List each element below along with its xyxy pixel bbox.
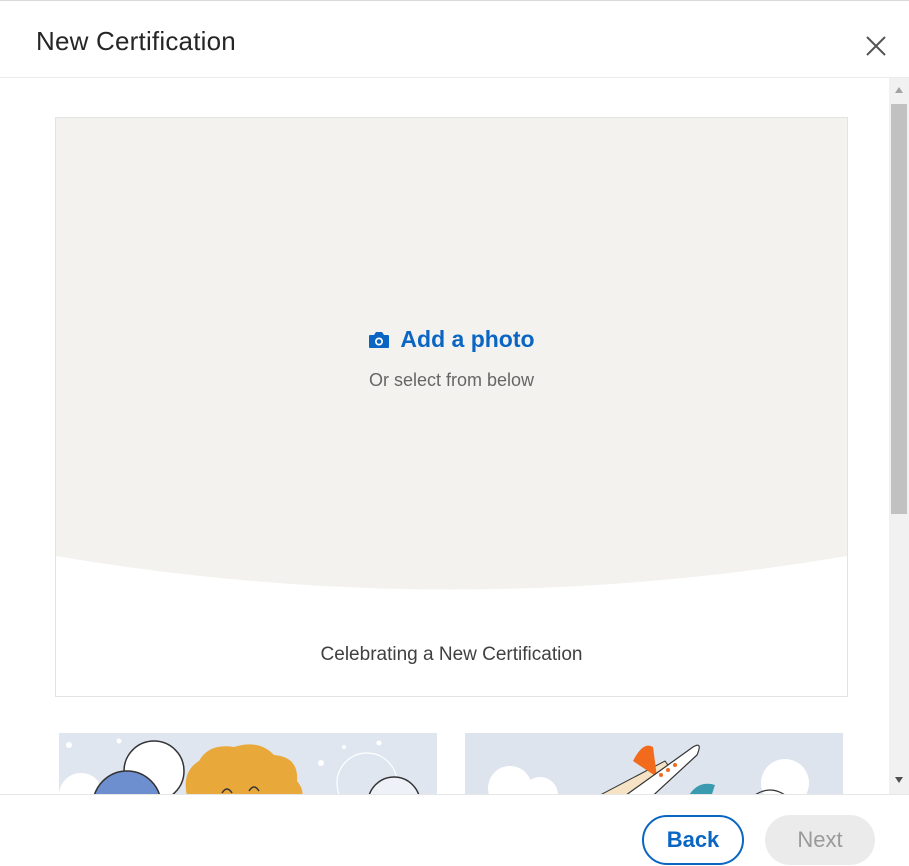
modal-title: New Certification [36,26,236,56]
template-thumbnail-airplane[interactable] [465,733,843,794]
scroll-down-arrow[interactable] [889,770,909,790]
next-button[interactable]: Next [765,815,875,865]
modal-footer: Back Next [0,794,909,866]
airplane-illustration [465,733,843,794]
scrollbar-thumb[interactable] [891,104,907,514]
add-photo-label: Add a photo [400,326,535,352]
scroll-up-icon [895,87,903,93]
scroll-down-icon [895,777,903,783]
preview-caption: Celebrating a New Certification [320,644,583,665]
certification-preview-card: Add a photo Or select from below Celebra… [55,117,848,697]
celebration-illustration [59,733,437,794]
preview-background [56,118,847,590]
modal-content: Add a photo Or select from below Celebra… [0,78,909,794]
template-thumbnail-celebration[interactable] [59,733,437,794]
content-scrollbar[interactable] [889,78,909,794]
add-photo-button[interactable]: Add a photo [56,326,847,353]
back-button[interactable]: Back [642,815,744,865]
select-from-below-text: Or select from below [368,370,535,390]
modal-header: New Certification [0,4,909,78]
new-certification-modal: New Certification Add a photo Or select … [0,0,909,866]
scroll-up-arrow[interactable] [889,80,909,100]
close-icon [866,36,886,56]
camera-icon [369,331,390,348]
close-button[interactable] [858,28,894,64]
